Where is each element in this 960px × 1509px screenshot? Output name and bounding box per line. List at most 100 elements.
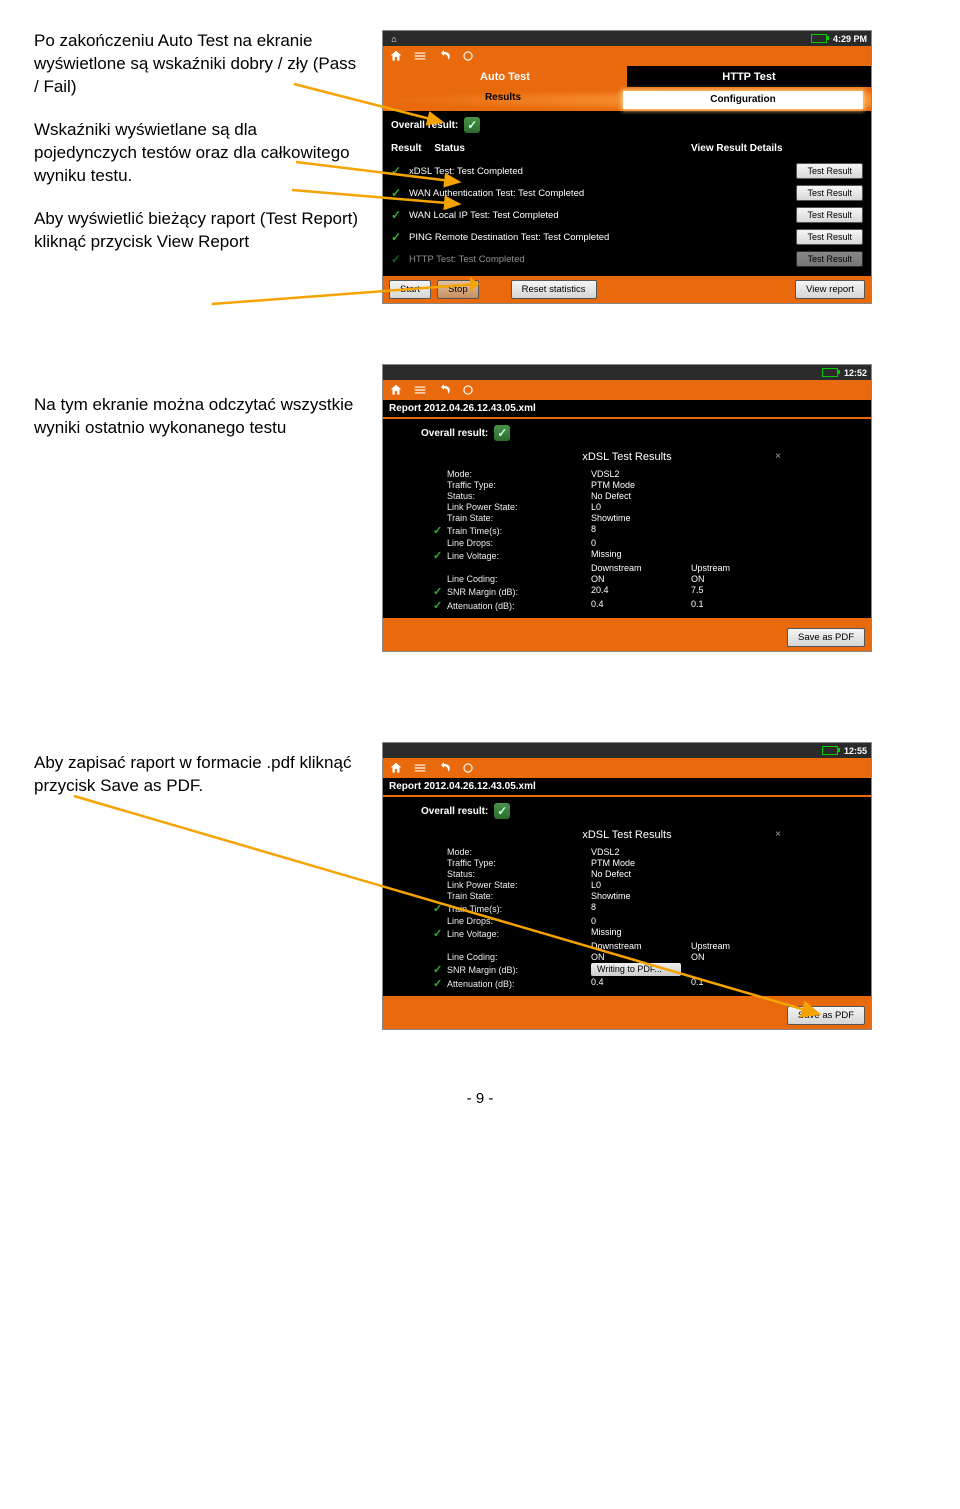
param-value: Upstream — [691, 563, 781, 573]
back-icon[interactable] — [437, 383, 451, 397]
screenshot-auto-test: ⌂ 4:29 PM Auto Test HTTP Test Results Co… — [382, 30, 872, 304]
circle-icon[interactable] — [461, 761, 475, 775]
battery-icon — [811, 34, 827, 43]
tab-auto-test[interactable]: Auto Test — [383, 66, 627, 89]
param-value: 0 — [591, 916, 681, 926]
param-label: Train State: — [451, 513, 581, 523]
param-label: Traffic Type: — [451, 858, 581, 868]
page-number: - 9 - — [34, 1090, 926, 1107]
param-value: 0 — [591, 538, 681, 548]
report-title: Report 2012.04.26.12.43.05.xml — [383, 400, 871, 419]
check-pass-icon: ✓ — [494, 425, 510, 441]
param-label: Mode: — [451, 469, 581, 479]
back-icon[interactable] — [437, 761, 451, 775]
test-name: PING Remote Destination Test: Test Compl… — [409, 232, 796, 243]
param-value: 7.5 — [691, 585, 781, 598]
param-label: Status: — [451, 491, 581, 501]
param-label: Link Power State: — [451, 502, 581, 512]
test-result-button[interactable]: Test Result — [796, 251, 863, 267]
param-value — [691, 502, 781, 512]
param-value: Missing — [591, 549, 681, 562]
subtab-results[interactable]: Results — [383, 89, 623, 111]
overall-label: Overall result: — [421, 428, 488, 439]
param-value: VDSL2 — [591, 469, 681, 479]
check-icon: ✓ — [391, 208, 409, 222]
param-value: 0.1 — [691, 977, 781, 990]
param-value: 8 — [591, 524, 681, 537]
check-icon: ✓ — [433, 977, 447, 990]
desc-1c: Aby wyświetlić bieżący raport (Test Repo… — [34, 208, 364, 254]
test-result-button[interactable]: Test Result — [796, 163, 863, 179]
param-label: Link Power State: — [451, 880, 581, 890]
menu-icon[interactable] — [413, 49, 427, 63]
back-icon[interactable] — [437, 49, 451, 63]
check-pass-icon: ✓ — [464, 117, 480, 133]
param-value — [691, 524, 781, 537]
test-result-button[interactable]: Test Result — [796, 185, 863, 201]
param-value: ON — [591, 952, 681, 962]
statusbar: 12:55 — [383, 743, 871, 758]
view-report-button[interactable]: View report — [795, 280, 865, 299]
check-icon: ✓ — [391, 186, 409, 200]
check-icon: ✓ — [433, 902, 447, 915]
check-icon: ✓ — [433, 549, 447, 562]
desc-3: Aby zapisać raport w formacie .pdf klikn… — [34, 752, 364, 798]
close-icon[interactable]: × — [775, 451, 781, 462]
stop-button[interactable]: Stop — [437, 280, 479, 299]
top-toolbar — [383, 380, 871, 400]
param-label: ✓Train Time(s): — [451, 902, 581, 915]
param-label: Train State: — [451, 891, 581, 901]
home-icon[interactable] — [389, 761, 403, 775]
result-parameters: Mode:VDSL2Traffic Type:PTM ModeStatus:No… — [451, 847, 863, 990]
check-pass-icon: ✓ — [494, 803, 510, 819]
param-value: 0.4 — [591, 599, 681, 612]
param-value — [691, 891, 781, 901]
param-value: L0 — [591, 502, 681, 512]
home-small-icon: ⌂ — [387, 32, 401, 46]
check-icon: ✓ — [391, 230, 409, 244]
menu-icon[interactable] — [413, 761, 427, 775]
param-value: Upstream — [691, 941, 781, 951]
param-value: ON — [691, 952, 781, 962]
desc-2: Na tym ekranie można odczytać wszystkie … — [34, 394, 364, 440]
check-icon: ✓ — [433, 927, 447, 940]
tab-http-test[interactable]: HTTP Test — [627, 66, 871, 89]
param-label: Line Drops: — [451, 916, 581, 926]
param-value — [691, 480, 781, 490]
statusbar: ⌂ 4:29 PM — [383, 31, 871, 46]
check-icon: ✓ — [433, 963, 447, 976]
param-label: Traffic Type: — [451, 480, 581, 490]
header-result: Result — [391, 143, 422, 154]
save-as-pdf-button[interactable]: Save as PDF — [787, 1006, 865, 1025]
home-icon[interactable] — [389, 49, 403, 63]
param-value: PTM Mode — [591, 480, 681, 490]
test-name: WAN Local IP Test: Test Completed — [409, 210, 796, 221]
table-row: ✓ xDSL Test: Test Completed Test Result — [391, 160, 863, 182]
battery-icon — [822, 368, 838, 377]
battery-icon — [822, 746, 838, 755]
start-button[interactable]: Start — [389, 280, 431, 299]
menu-icon[interactable] — [413, 383, 427, 397]
top-toolbar — [383, 46, 871, 66]
param-value — [691, 538, 781, 548]
param-value: Showtime — [591, 513, 681, 523]
header-details: View Result Details — [691, 143, 863, 154]
home-icon[interactable] — [389, 383, 403, 397]
table-row: ✓ WAN Local IP Test: Test Completed Test… — [391, 204, 863, 226]
circle-icon[interactable] — [461, 49, 475, 63]
test-result-button[interactable]: Test Result — [796, 229, 863, 245]
param-value — [691, 963, 781, 976]
param-value — [691, 469, 781, 479]
test-result-button[interactable]: Test Result — [796, 207, 863, 223]
save-as-pdf-button[interactable]: Save as PDF — [787, 628, 865, 647]
param-value — [691, 513, 781, 523]
close-icon[interactable]: × — [775, 829, 781, 840]
screenshot-report-saving: 12:55 Report 2012.04.26.12.43.05.xml Ove… — [382, 742, 872, 1030]
param-value: L0 — [591, 880, 681, 890]
param-label: ✓SNR Margin (dB): — [451, 585, 581, 598]
reset-statistics-button[interactable]: Reset statistics — [511, 280, 597, 299]
subtab-configuration[interactable]: Configuration — [623, 91, 863, 109]
desc-1a: Po zakończeniu Auto Test na ekranie wyśw… — [34, 30, 364, 99]
circle-icon[interactable] — [461, 383, 475, 397]
param-value — [691, 927, 781, 940]
